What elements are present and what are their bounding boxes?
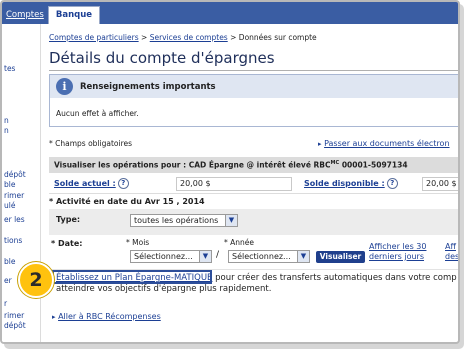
tab-banque[interactable]: Banque (48, 6, 100, 24)
rewards-link-label: Aller à RBC Récompenses (58, 312, 161, 321)
arrow-right-icon: ▸ (52, 313, 56, 321)
sidebar-item[interactable]: dépôt (4, 321, 26, 330)
arrow-right-icon: ▸ (318, 140, 322, 148)
more-link-line1: Aff (445, 242, 456, 251)
sidebar-item[interactable]: ble (4, 180, 15, 189)
year-select-value: Sélectionnez... (232, 252, 291, 261)
current-balance-value: 20,00 $ (176, 177, 292, 191)
rewards-link[interactable]: ▸ Aller à RBC Récompenses (52, 312, 161, 321)
title-divider (49, 70, 458, 71)
last-30-days-line1: Afficher les 30 (369, 242, 427, 251)
tab-comptes[interactable]: Comptes (2, 6, 48, 24)
breadcrumb-current: Données sur compte (238, 33, 317, 42)
account-trademark: MC (330, 160, 340, 166)
step-callout-badge: 2 (18, 262, 54, 298)
sidebar-item[interactable]: er les (4, 215, 25, 224)
notice-message: Aucun effet à afficher. (56, 109, 139, 118)
breadcrumb-link-services[interactable]: Services de comptes (150, 33, 228, 42)
sidebar-item[interactable]: rimer (4, 341, 24, 342)
chevron-down-icon: ▼ (297, 251, 309, 262)
info-icon: i (56, 78, 73, 95)
current-balance-label[interactable]: Solde actuel : (54, 179, 116, 188)
year-label: * Année (224, 238, 254, 247)
breadcrumb-separator: > (141, 33, 148, 42)
type-label: Type: (56, 215, 81, 224)
available-balance-label-wrap: Solde disponible :? (304, 178, 398, 189)
required-note: * Champs obligatoires (49, 139, 133, 148)
sidebar-item[interactable]: dépôt (4, 170, 26, 179)
chevron-down-icon: ▼ (225, 215, 237, 226)
help-icon[interactable]: ? (386, 178, 398, 189)
sidebar-item[interactable]: tions (4, 236, 22, 245)
sidebar-item[interactable]: r (4, 299, 7, 308)
sidebar-item[interactable]: er (4, 276, 12, 285)
breadcrumb-link-particuliers[interactable]: Comptes de particuliers (49, 33, 139, 42)
sidebar-item[interactable]: rimer (4, 311, 24, 320)
help-icon[interactable]: ? (117, 178, 129, 189)
type-select-value: toutes les opérations (134, 216, 219, 225)
last-30-days-link[interactable]: Afficher les 30 derniers jours (369, 242, 426, 262)
sidebar-item[interactable]: ble (4, 257, 15, 266)
promo-text-line1: pour créer des transferts automatiques d… (212, 273, 457, 283)
sidebar-item[interactable]: tes (4, 64, 15, 73)
sidebar-item[interactable]: ulé (4, 201, 15, 210)
available-balance-value: 20,00 $ (422, 177, 458, 191)
chevron-down-icon: ▼ (199, 251, 211, 262)
sidebar-item[interactable]: rimer (4, 191, 24, 200)
browser-frame: Comptes Banque tes n n dépôt ble rimer u… (0, 0, 460, 344)
sidebar-item[interactable]: n (4, 126, 9, 135)
current-balance-label-wrap: Solde actuel :? (54, 178, 129, 189)
activity-section-heading: * Activité en date du Avr 15 , 2014 (49, 197, 458, 209)
account-header-text: Visualiser les opérations pour : CAD Épa… (54, 160, 331, 170)
breadcrumb: Comptes de particuliers > Services de co… (49, 33, 317, 42)
breadcrumb-separator: > (230, 33, 237, 42)
promo-text-line2: atteindre vos objectifs d'épargne plus r… (56, 284, 272, 294)
date-label: * Date: (51, 239, 83, 248)
documents-link-label: Passer aux documents électron (324, 139, 450, 148)
month-select-value: Sélectionnez... (134, 252, 193, 261)
highlight-box (52, 270, 212, 284)
view-button[interactable]: Visualiser (316, 251, 365, 263)
year-select[interactable]: Sélectionnez... ▼ (228, 250, 310, 263)
page-title: Détails du compte d'épargnes (49, 49, 275, 67)
more-link[interactable]: Aff des (445, 242, 460, 262)
notice-heading: Renseignements importants (80, 82, 216, 92)
documents-link[interactable]: ▸ Passer aux documents électron (318, 139, 450, 148)
month-label: * Mois (126, 238, 150, 247)
month-select[interactable]: Sélectionnez... ▼ (130, 250, 212, 263)
date-separator: / (216, 250, 220, 260)
filter-type-row (49, 209, 458, 235)
account-header: Visualiser les opérations pour : CAD Épa… (54, 160, 408, 170)
more-link-line2: des (445, 252, 460, 261)
last-30-days-line2: derniers jours (369, 252, 425, 261)
sidebar-item[interactable]: n (4, 116, 9, 125)
available-balance-label[interactable]: Solde disponible : (304, 179, 385, 188)
account-number: 00001-5097134 (341, 160, 408, 170)
type-select[interactable]: toutes les opérations ▼ (130, 214, 238, 227)
